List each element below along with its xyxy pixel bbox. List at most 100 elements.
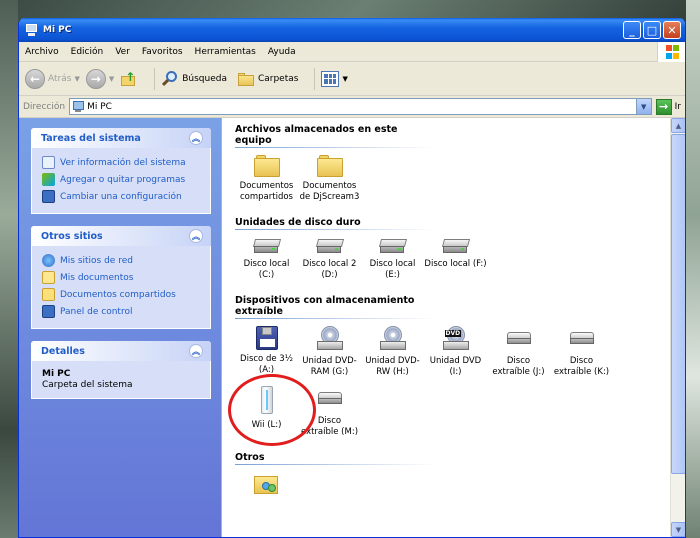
my-computer-icon xyxy=(25,23,39,37)
toolbar: ← Atrás ▼ → ▼ ↑ Búsqueda Carpetas ▼ xyxy=(19,62,685,96)
minimize-button[interactable]: _ xyxy=(623,21,641,39)
details-header[interactable]: Detalles ︽ xyxy=(31,341,211,361)
hard-drive-icon xyxy=(252,237,282,255)
item-drive-j[interactable]: Disco extraíble (J:) xyxy=(487,326,550,378)
back-dropdown-icon[interactable]: ▼ xyxy=(74,75,79,83)
search-icon xyxy=(161,70,179,88)
folder-up-icon: ↑ xyxy=(120,71,138,87)
title-bar[interactable]: Mi PC _ □ ✕ xyxy=(19,18,685,42)
collapse-chevron-icon[interactable]: ︽ xyxy=(189,229,203,243)
address-dropdown-icon[interactable]: ▼ xyxy=(635,99,651,114)
collapse-chevron-icon[interactable]: ︽ xyxy=(189,131,203,145)
search-button[interactable]: Búsqueda xyxy=(161,70,227,88)
place-label: Panel de control xyxy=(60,306,133,317)
item-drive-k[interactable]: Disco extraíble (K:) xyxy=(550,326,613,378)
item-drive-f[interactable]: Disco local (F:) xyxy=(424,237,487,281)
menu-ayuda[interactable]: Ayuda xyxy=(262,47,302,57)
place-label: Mis sitios de red xyxy=(60,255,133,266)
folders-label: Carpetas xyxy=(257,73,299,84)
item-drive-h[interactable]: Unidad DVD-RW (H:) xyxy=(361,326,424,378)
task-change-setting[interactable]: Cambiar una configuración xyxy=(42,188,200,205)
forward-button[interactable]: → ▼ xyxy=(85,68,114,89)
item-drive-g[interactable]: Unidad DVD-RAM (G:) xyxy=(298,326,361,378)
task-add-remove-programs[interactable]: Agregar o quitar programas xyxy=(42,171,200,188)
address-field[interactable]: Mi PC ▼ xyxy=(69,98,652,115)
menu-favoritos[interactable]: Favoritos xyxy=(136,47,189,57)
go-arrow-icon: → xyxy=(655,98,672,115)
other-places-header[interactable]: Otros sitios ︽ xyxy=(31,226,211,246)
floppy-disk-icon xyxy=(255,326,278,350)
address-bar: Dirección Mi PC ▼ → Ir xyxy=(19,96,685,118)
item-label: Disco local 2 (D:) xyxy=(302,259,357,280)
hard-drive-icon xyxy=(378,237,408,255)
place-shared-documents[interactable]: Documentos compartidos xyxy=(42,286,200,303)
menu-archivo[interactable]: Archivo xyxy=(19,47,65,57)
maximize-button[interactable]: □ xyxy=(643,21,661,39)
back-button[interactable]: ← Atrás ▼ xyxy=(25,68,80,89)
menu-edicion[interactable]: Edición xyxy=(65,47,110,57)
add-remove-programs-icon xyxy=(42,173,55,186)
item-djscream3-documents[interactable]: Documentos de DjScream3 xyxy=(298,155,361,203)
menu-ver[interactable]: Ver xyxy=(109,47,136,57)
item-label: Unidad DVD (I:) xyxy=(429,356,482,377)
file-view: Archivos almacenados en este equipo Docu… xyxy=(221,118,685,537)
back-arrow-icon: ← xyxy=(25,68,45,89)
views-icon xyxy=(321,70,340,87)
item-label: Documentos compartidos xyxy=(239,181,294,202)
hard-drive-icon xyxy=(441,237,471,255)
group-others-header: Otros xyxy=(235,452,435,466)
network-places-icon xyxy=(42,254,55,267)
cd-drive-icon xyxy=(315,326,345,352)
place-network[interactable]: Mis sitios de red xyxy=(42,252,200,269)
item-label: Wii (L:) xyxy=(251,420,282,430)
wii-console-icon xyxy=(258,386,276,416)
item-others-network[interactable] xyxy=(235,472,298,496)
collapse-chevron-icon[interactable]: ︽ xyxy=(189,344,203,358)
item-drive-i[interactable]: DVD Unidad DVD (I:) xyxy=(424,326,487,378)
details-title: Detalles xyxy=(41,345,85,357)
place-control-panel[interactable]: Panel de control xyxy=(42,303,200,320)
other-places-panel: Otros sitios ︽ Mis sitios de red Mis doc… xyxy=(31,226,211,329)
vertical-scrollbar[interactable]: ▲ ▼ xyxy=(670,118,685,537)
hard-drive-icon xyxy=(315,237,345,255)
desktop-background-right xyxy=(686,0,700,538)
shared-folder-icon xyxy=(42,288,55,301)
item-label: Disco extraíble (K:) xyxy=(553,356,610,377)
place-my-documents[interactable]: Mis documentos xyxy=(42,269,200,286)
folders-button[interactable]: Carpetas xyxy=(237,71,298,87)
removable-disk-icon xyxy=(316,392,344,406)
item-shared-documents[interactable]: Documentos compartidos xyxy=(235,155,298,203)
up-folder-button[interactable]: ↑ xyxy=(120,71,138,87)
item-drive-d[interactable]: Disco local 2 (D:) xyxy=(298,237,361,281)
details-description: Carpeta del sistema xyxy=(42,380,133,390)
item-drive-c[interactable]: Disco local (C:) xyxy=(235,237,298,281)
scroll-down-icon[interactable]: ▼ xyxy=(671,522,685,537)
window-title: Mi PC xyxy=(43,25,72,35)
system-tasks-header[interactable]: Tareas del sistema ︽ xyxy=(31,128,211,148)
item-label: Disco extraíble (M:) xyxy=(300,416,359,437)
task-view-system-info[interactable]: Ver información del sistema xyxy=(42,154,200,171)
item-label: Disco local (E:) xyxy=(369,259,416,280)
task-label: Agregar o quitar programas xyxy=(60,174,186,185)
go-label: Ir xyxy=(674,101,681,112)
views-button[interactable]: ▼ xyxy=(321,70,348,87)
menu-herramientas[interactable]: Herramientas xyxy=(189,47,262,57)
close-button[interactable]: ✕ xyxy=(663,21,681,39)
system-info-icon xyxy=(42,156,55,169)
scroll-up-icon[interactable]: ▲ xyxy=(671,118,685,133)
place-label: Mis documentos xyxy=(60,272,134,283)
removable-disk-icon xyxy=(568,332,596,346)
go-button[interactable]: → Ir xyxy=(655,98,681,115)
scroll-thumb[interactable] xyxy=(671,134,685,474)
item-drive-a[interactable]: Disco de 3½ (A:) xyxy=(235,326,298,378)
address-label: Dirección xyxy=(23,101,66,112)
item-drive-m[interactable]: Disco extraíble (M:) xyxy=(298,386,361,438)
search-label: Búsqueda xyxy=(182,73,227,84)
windows-logo-icon xyxy=(657,42,685,62)
menu-bar: Archivo Edición Ver Favoritos Herramient… xyxy=(19,42,685,62)
control-panel-icon xyxy=(42,190,55,203)
toolbar-separator xyxy=(154,67,156,90)
forward-dropdown-icon[interactable]: ▼ xyxy=(109,75,114,83)
item-drive-l-wii[interactable]: Wii (L:) xyxy=(228,374,316,446)
item-drive-e[interactable]: Disco local (E:) xyxy=(361,237,424,281)
